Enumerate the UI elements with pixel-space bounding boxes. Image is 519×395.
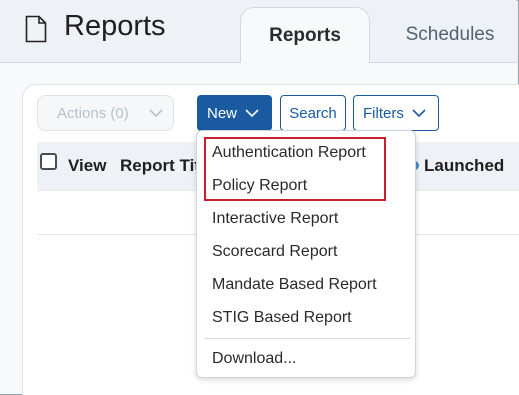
highlight-box [204,137,386,201]
chevron-down-icon [149,109,163,118]
menu-item-scorecard-report[interactable]: Scorecard Report [212,243,337,261]
search-button[interactable]: Search [280,95,346,131]
tab-schedules[interactable]: Schedules [385,7,515,63]
actions-label: Actions (0) [57,104,129,122]
column-launched[interactable]: Launched [424,156,504,176]
new-label: New [207,104,238,122]
chevron-down-icon [412,109,426,118]
filters-button[interactable]: Filters [353,95,439,131]
document-icon [25,15,47,43]
menu-item-stig-based-report[interactable]: STIG Based Report [212,309,352,327]
menu-item-mandate-based-report[interactable]: Mandate Based Report [212,276,377,294]
column-report-title[interactable]: Report Title [120,156,205,176]
new-button[interactable]: New [197,95,272,131]
actions-dropdown[interactable]: Actions (0) [37,95,174,131]
page-title: Reports [64,10,166,42]
menu-divider [204,338,410,339]
select-all-checkbox[interactable] [40,153,57,170]
tab-reports[interactable]: Reports [240,7,370,63]
chevron-down-icon [245,109,259,118]
column-view[interactable]: View [68,156,106,176]
menu-item-interactive-report[interactable]: Interactive Report [212,210,338,228]
menu-item-download[interactable]: Download... [212,350,297,368]
filters-label: Filters [363,104,404,122]
